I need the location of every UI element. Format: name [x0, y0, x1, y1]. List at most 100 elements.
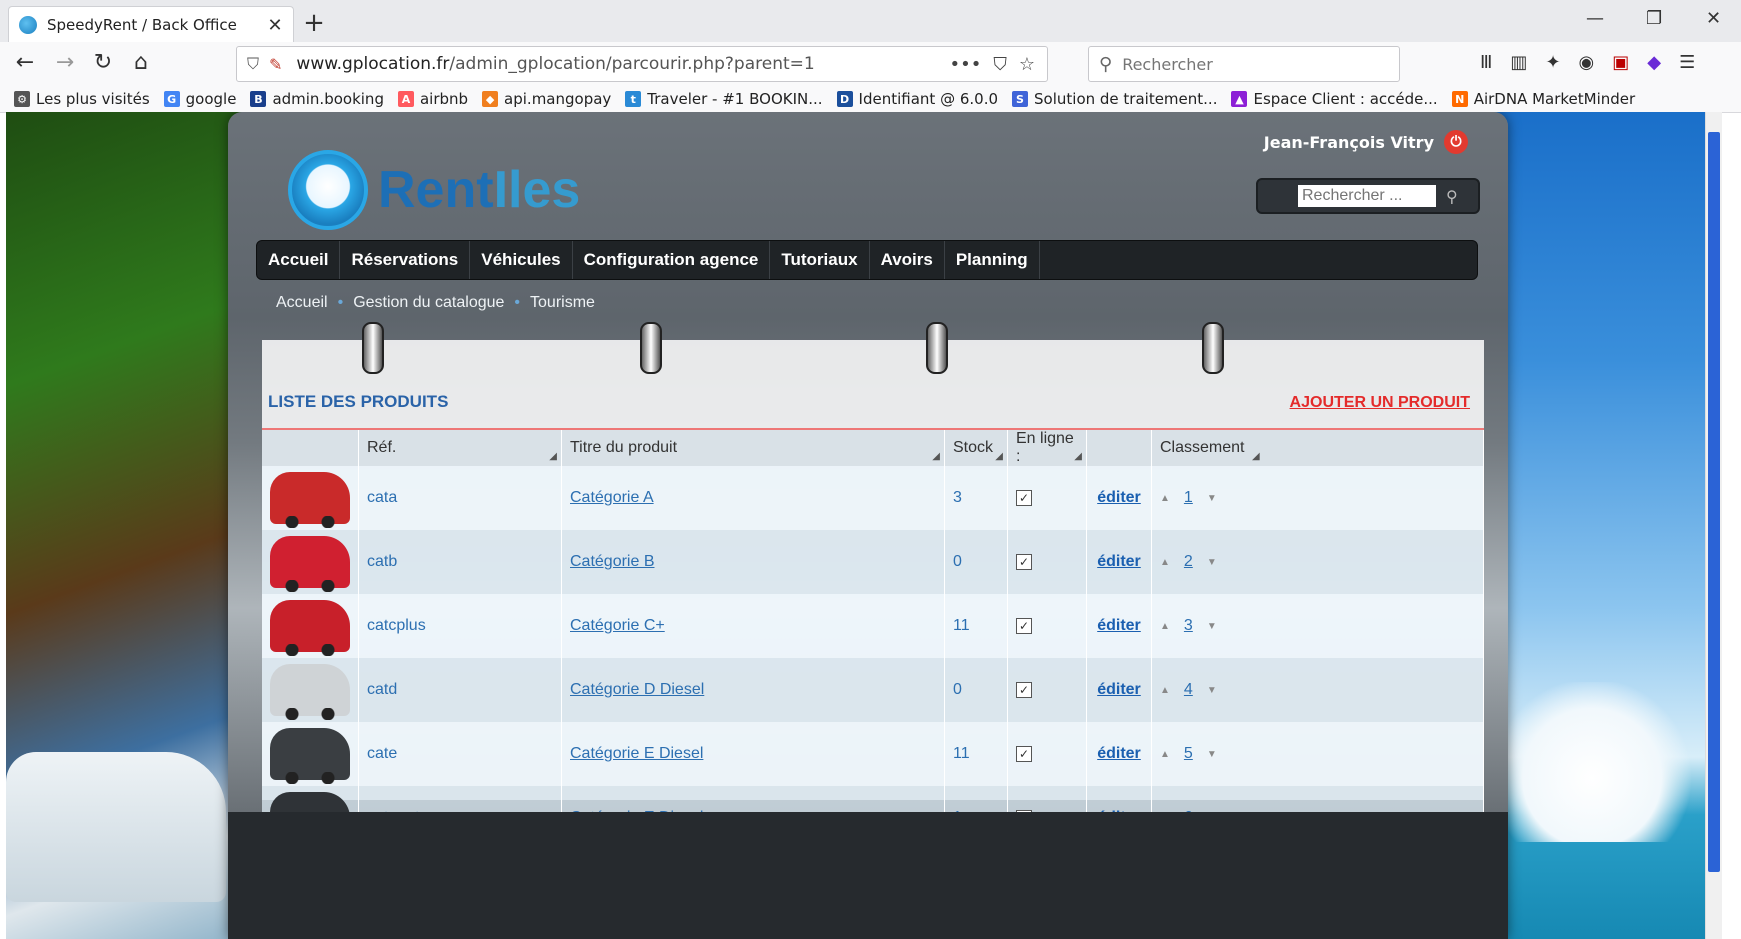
ring-icon: [640, 322, 662, 374]
product-title-link[interactable]: Catégorie E Diesel: [570, 745, 703, 762]
scrollbar-thumb[interactable]: [1708, 132, 1720, 872]
online-checkbox[interactable]: ✓: [1016, 554, 1032, 570]
sidebar-icon[interactable]: ▥: [1510, 52, 1527, 73]
home-icon[interactable]: ⌂: [126, 50, 156, 75]
bookmark-star-icon[interactable]: ☆: [1019, 54, 1035, 75]
car-thumbnail[interactable]: [270, 664, 350, 720]
menu-item[interactable]: Tutoriaux: [770, 241, 870, 279]
edit-link[interactable]: éditer: [1097, 553, 1141, 570]
search-icon[interactable]: ⚲: [1446, 187, 1458, 206]
rank-value[interactable]: 5: [1184, 745, 1193, 763]
rank-value[interactable]: 2: [1184, 553, 1193, 571]
account-icon[interactable]: ◉: [1579, 52, 1595, 73]
edit-link[interactable]: éditer: [1097, 489, 1141, 506]
move-down-icon[interactable]: ▼: [1207, 621, 1217, 632]
col-rank-header[interactable]: Classement ◢: [1151, 430, 1484, 466]
page-scrollbar[interactable]: [1705, 112, 1722, 939]
col-stock-header[interactable]: Stock ◢: [944, 430, 1008, 466]
rank-value[interactable]: 4: [1184, 681, 1193, 699]
minimize-icon[interactable]: —: [1586, 8, 1604, 29]
rank-value[interactable]: 1: [1184, 489, 1193, 507]
url-bar[interactable]: ⛉ ✎ www.gplocation.fr/admin_gplocation/p…: [236, 46, 1048, 82]
bookmark-item[interactable]: S Solution de traitement...: [1012, 90, 1217, 108]
close-window-icon[interactable]: ✕: [1706, 8, 1721, 29]
site-search-input[interactable]: [1298, 185, 1436, 207]
url-text[interactable]: www.gplocation.fr/admin_gplocation/parco…: [296, 54, 949, 74]
move-up-icon[interactable]: ▲: [1160, 749, 1170, 760]
reload-icon[interactable]: ↻: [88, 50, 118, 75]
breadcrumb-item[interactable]: Tourisme: [530, 294, 595, 312]
car-thumbnail[interactable]: [270, 536, 350, 592]
cell-title: Catégorie B: [561, 530, 945, 594]
bookmark-item[interactable]: N AirDNA MarketMinder: [1451, 90, 1635, 108]
menu-item[interactable]: Réservations: [340, 241, 471, 279]
shield-icon[interactable]: ⛉: [247, 54, 259, 74]
page-actions-icon[interactable]: •••: [950, 54, 982, 75]
menu-item[interactable]: Véhicules: [470, 241, 573, 279]
bookmark-item[interactable]: Ggoogle: [163, 90, 236, 108]
new-tab-button[interactable]: +: [300, 8, 328, 38]
product-title-link[interactable]: Catégorie D Diesel: [570, 681, 704, 698]
restore-icon[interactable]: ❐: [1646, 8, 1662, 29]
bookmark-item[interactable]: ⚙ Les plus visités: [14, 90, 150, 108]
move-down-icon[interactable]: ▼: [1207, 685, 1217, 696]
addon-badge-icon[interactable]: ◆: [1647, 52, 1661, 73]
edit-link[interactable]: éditer: [1097, 617, 1141, 634]
bookmark-item[interactable]: t Traveler - #1 BOOKIN...: [625, 90, 823, 108]
breadcrumb-item[interactable]: Accueil: [276, 294, 328, 312]
move-down-icon[interactable]: ▼: [1207, 749, 1217, 760]
product-stock: 11: [953, 745, 970, 762]
cell-ref: cate: [358, 722, 562, 786]
move-up-icon[interactable]: ▲: [1160, 685, 1170, 696]
breadcrumb-item[interactable]: Gestion du catalogue: [353, 294, 504, 312]
browser-search-box[interactable]: ⚲: [1088, 46, 1400, 82]
browser-tab[interactable]: SpeedyRent / Back Office ✕: [8, 6, 294, 43]
product-title-link[interactable]: Catégorie B: [570, 553, 655, 570]
car-thumbnail[interactable]: [270, 472, 350, 528]
menu-item[interactable]: Configuration agence: [573, 241, 771, 279]
pdf-icon[interactable]: ▣: [1612, 52, 1629, 73]
forward-icon[interactable]: →: [50, 50, 80, 75]
product-title-link[interactable]: Catégorie A: [570, 489, 654, 506]
menu-item[interactable]: Accueil: [257, 241, 341, 279]
insecure-lock-icon[interactable]: ✎: [269, 55, 282, 74]
library-icon[interactable]: Ⅲ: [1480, 52, 1492, 73]
online-checkbox[interactable]: ✓: [1016, 746, 1032, 762]
edit-link[interactable]: éditer: [1097, 681, 1141, 698]
cell-online: ✓: [1007, 530, 1087, 594]
user-name: Jean-François Vitry: [1263, 132, 1434, 152]
online-checkbox[interactable]: ✓: [1016, 618, 1032, 634]
add-product-link[interactable]: AJOUTER UN PRODUIT: [1290, 394, 1470, 412]
bookmark-item[interactable]: Badmin.booking: [250, 90, 384, 108]
col-ref-header[interactable]: Réf. ◢: [358, 430, 562, 466]
move-down-icon[interactable]: ▼: [1207, 557, 1217, 568]
bookmark-item[interactable]: Aairbnb: [397, 90, 468, 108]
bookmark-item[interactable]: ▲ Espace Client : accéde...: [1231, 90, 1438, 108]
car-thumbnail[interactable]: [270, 728, 350, 784]
move-up-icon[interactable]: ▲: [1160, 621, 1170, 632]
car-thumbnail[interactable]: [270, 600, 350, 656]
move-down-icon[interactable]: ▼: [1207, 493, 1217, 504]
pocket-icon[interactable]: ⛉: [993, 54, 1007, 75]
move-up-icon[interactable]: ▲: [1160, 557, 1170, 568]
menu-item[interactable]: Avoirs: [870, 241, 945, 279]
edit-link[interactable]: éditer: [1097, 745, 1141, 762]
product-title-link[interactable]: Catégorie C+: [570, 617, 665, 634]
close-tab-icon[interactable]: ✕: [263, 15, 287, 36]
product-ref: cate: [367, 745, 398, 762]
col-online-header[interactable]: En ligne : ◢: [1007, 430, 1087, 466]
power-icon[interactable]: ⏻: [1444, 130, 1468, 154]
bookmark-item[interactable]: ◆ api.mangopay: [482, 90, 611, 108]
col-title-header[interactable]: Titre du produit ◢: [561, 430, 945, 466]
online-checkbox[interactable]: ✓: [1016, 682, 1032, 698]
browser-search-input[interactable]: [1120, 53, 1385, 75]
rank-value[interactable]: 3: [1184, 617, 1193, 635]
back-icon[interactable]: ←: [10, 50, 40, 75]
menu-item[interactable]: Planning: [945, 241, 1040, 279]
bookmark-item[interactable]: D Identifiant @ 6.0.0: [836, 90, 998, 108]
extension-icon[interactable]: ✦: [1545, 52, 1560, 73]
move-up-icon[interactable]: ▲: [1160, 493, 1170, 504]
online-checkbox[interactable]: ✓: [1016, 490, 1032, 506]
menu-icon[interactable]: ☰: [1679, 52, 1695, 73]
site-logo[interactable]: RentIles: [288, 150, 580, 230]
